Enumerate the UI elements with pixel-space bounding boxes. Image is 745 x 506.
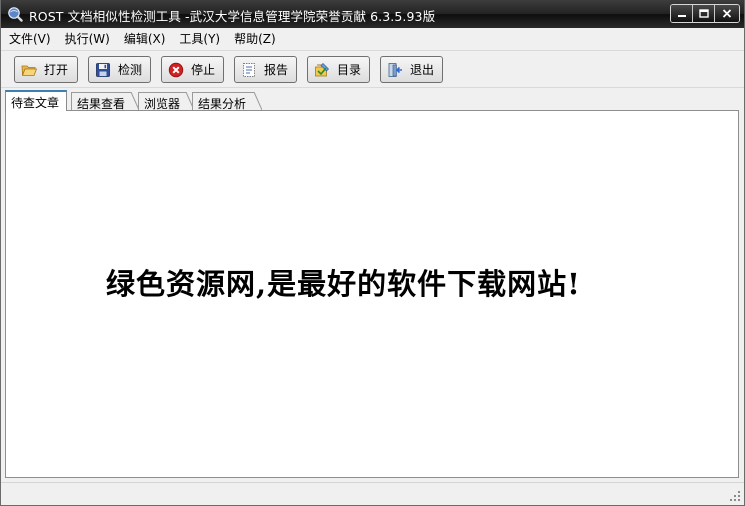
title-bar[interactable]: ROST 文档相似性检测工具 -武汉大学信息管理学院荣誉贡献 6.3.5.93版	[1, 0, 744, 28]
stop-button-label: 停止	[191, 63, 216, 77]
report-icon	[243, 62, 255, 77]
article-text-area[interactable]: 绿色资源网,是最好的软件下载网站!	[5, 110, 739, 478]
stop-button[interactable]: 停止	[161, 56, 224, 83]
catalog-button[interactable]: 目录	[307, 56, 370, 83]
menu-edit[interactable]: 编辑(X)	[124, 30, 166, 47]
tab-view-results[interactable]: 结果查看	[71, 92, 139, 111]
app-window: ROST 文档相似性检测工具 -武汉大学信息管理学院荣誉贡献 6.3.5.93版…	[0, 0, 745, 506]
banner-text: 绿色资源网,是最好的软件下载网站!	[106, 267, 581, 301]
exit-button[interactable]: 退出	[380, 56, 443, 83]
minimize-button[interactable]	[671, 5, 692, 22]
window-controls	[670, 4, 740, 23]
floppy-disk-icon	[96, 62, 110, 77]
exit-door-icon	[388, 62, 402, 77]
tab-pending-article[interactable]: 待查文章	[5, 90, 67, 111]
detect-button-label: 检测	[118, 63, 143, 77]
menu-bar: 文件(V) 执行(W) 编辑(X) 工具(Y) 帮助(Z)	[1, 28, 744, 49]
resize-grip-icon[interactable]	[729, 490, 741, 502]
maximize-icon	[698, 9, 709, 18]
maximize-button[interactable]	[692, 5, 714, 22]
menu-help[interactable]: 帮助(Z)	[234, 30, 276, 47]
report-button-label: 报告	[264, 63, 289, 77]
open-button-label: 打开	[44, 63, 69, 77]
tab-label: 浏览器	[144, 97, 181, 111]
stop-circle-icon	[168, 62, 184, 77]
tab-browser[interactable]: 浏览器	[138, 92, 194, 111]
tab-label: 结果查看	[77, 97, 126, 111]
folder-open-icon	[21, 65, 37, 76]
menu-execute[interactable]: 执行(W)	[65, 30, 110, 47]
tab-label: 结果分析	[198, 97, 247, 111]
window-title: ROST 文档相似性检测工具 -武汉大学信息管理学院荣誉贡献 6.3.5.93版	[29, 9, 436, 24]
status-bar	[1, 482, 744, 505]
menu-file[interactable]: 文件(V)	[9, 30, 51, 47]
magnifier-globe-icon	[7, 6, 23, 22]
catalog-icon	[315, 62, 329, 76]
report-button[interactable]: 报告	[234, 56, 297, 83]
tab-result-analysis[interactable]: 结果分析	[192, 92, 262, 111]
open-button[interactable]: 打开	[14, 56, 78, 83]
tab-bar: 待查文章 结果查看 浏览器 结果分析	[1, 89, 744, 111]
toolbar: 打开 检测 停止 报告 目录 退出	[1, 50, 744, 88]
minimize-icon	[677, 14, 686, 17]
tab-edge	[254, 92, 262, 110]
tab-label: 待查文章	[11, 96, 60, 110]
exit-button-label: 退出	[410, 63, 435, 77]
close-button[interactable]	[714, 5, 739, 22]
menu-tools[interactable]: 工具(Y)	[179, 30, 220, 47]
detect-button[interactable]: 检测	[88, 56, 151, 83]
close-icon	[722, 9, 732, 18]
catalog-button-label: 目录	[337, 63, 362, 77]
